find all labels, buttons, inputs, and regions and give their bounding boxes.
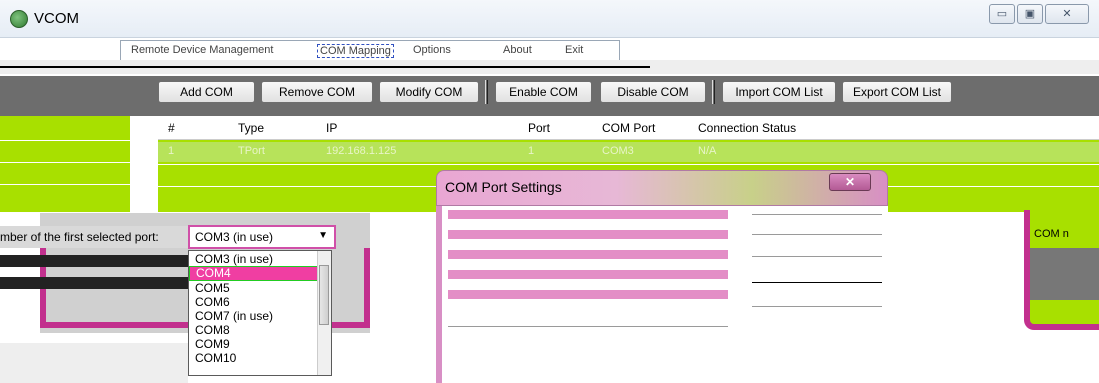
divider (752, 282, 882, 283)
close-button[interactable]: ✕ (1045, 4, 1089, 24)
left-panel (0, 116, 130, 212)
port-option[interactable]: COM6 (195, 296, 230, 309)
remove-com-button[interactable]: Remove COM (261, 81, 373, 103)
divider (448, 230, 728, 239)
first-port-label: mber of the first selected port: (0, 230, 159, 244)
column-header-connection-status[interactable]: Connection Status (698, 121, 796, 135)
left-panel-header (0, 76, 158, 116)
menu-com-mapping[interactable]: COM Mapping (317, 44, 394, 58)
cell-type: TPort (238, 145, 265, 157)
column-header-ip[interactable]: IP (326, 121, 337, 135)
column-header-port[interactable]: Port (528, 121, 550, 135)
right-panel-block (1030, 248, 1099, 300)
toolbar-separator (712, 80, 715, 104)
export-com-list-button[interactable]: Export COM List (842, 81, 952, 103)
bottom-panel (0, 343, 188, 383)
modify-com-button[interactable]: Modify COM (379, 81, 479, 103)
port-option[interactable]: COM9 (195, 338, 230, 351)
divider (0, 140, 130, 141)
menu-about[interactable]: About (503, 44, 532, 56)
divider (448, 326, 728, 327)
cell-number: 1 (168, 145, 175, 157)
divider (158, 164, 1099, 165)
column-header-com-port[interactable]: COM Port (602, 121, 655, 135)
divider (448, 290, 728, 299)
column-header-number[interactable]: # (168, 121, 175, 135)
cell-port: 1 (528, 145, 535, 157)
port-option[interactable]: COM3 (in use) (195, 253, 273, 266)
menu-bar: Remote Device Management COM Mapping Opt… (120, 40, 620, 60)
toolbar: Add COM Remove COM Modify COM Enable COM… (158, 76, 1099, 116)
port-option[interactable]: COM5 (195, 282, 230, 295)
divider (0, 277, 188, 289)
port-option[interactable]: COM10 (195, 352, 236, 365)
divider (448, 210, 728, 219)
menu-options[interactable]: Options (413, 44, 451, 56)
divider (448, 270, 728, 279)
enable-com-button[interactable]: Enable COM (495, 81, 592, 103)
import-com-list-button[interactable]: Import COM List (722, 81, 836, 103)
divider (752, 256, 882, 257)
dialog-titlebar: COM Port Settings ✕ (436, 170, 888, 206)
disable-com-button[interactable]: Disable COM (600, 81, 706, 103)
table-header: # Type IP Port COM Port Connection Statu… (158, 116, 1099, 140)
dialog-body (436, 206, 888, 383)
chevron-down-icon[interactable]: ▼ (318, 230, 328, 241)
divider (0, 184, 130, 185)
maximize-button[interactable]: ▣ (1017, 4, 1043, 24)
divider (752, 214, 882, 215)
window-title: VCOM (34, 10, 79, 27)
minimize-button[interactable]: ▭ (989, 4, 1015, 24)
table-row[interactable]: 1 TPort 192.168.1.125 1 COM3 N/A (158, 142, 1099, 162)
dialog-title: COM Port Settings (445, 179, 562, 195)
app-globe-icon (10, 10, 28, 28)
window-titlebar: VCOM ▭ ▣ ✕ (0, 0, 1099, 38)
dialog-close-button[interactable]: ✕ (829, 173, 871, 191)
divider (752, 306, 882, 307)
dropdown-scrollbar[interactable] (317, 251, 331, 375)
right-com-label: COM n (1034, 228, 1069, 240)
menu-exit[interactable]: Exit (565, 44, 583, 56)
divider (0, 162, 130, 163)
port-dropdown-list[interactable]: COM3 (in use) COM4 COM5 COM6 COM7 (in us… (188, 250, 332, 376)
cell-com-port: COM3 (602, 145, 634, 157)
add-com-button[interactable]: Add COM (158, 81, 255, 103)
menu-remote-device-management[interactable]: Remote Device Management (131, 44, 273, 56)
first-port-select[interactable]: COM3 (in use) ▼ (188, 225, 336, 249)
scrollbar-thumb[interactable] (319, 265, 329, 325)
first-port-select-value: COM3 (in use) (195, 230, 274, 244)
port-option[interactable]: COM7 (in use) (195, 310, 273, 323)
com-port-settings-dialog: COM Port Settings ✕ (436, 170, 888, 383)
column-header-type[interactable]: Type (238, 121, 264, 135)
divider (752, 234, 882, 235)
divider (448, 250, 728, 259)
divider (0, 66, 650, 68)
cell-ip: 192.168.1.125 (326, 145, 397, 157)
divider (0, 255, 188, 267)
port-option[interactable]: COM8 (195, 324, 230, 337)
toolbar-separator (485, 80, 488, 104)
cell-connection-status: N/A (698, 145, 717, 157)
port-option-selected[interactable]: COM4 (189, 266, 323, 281)
window-controls: ▭ ▣ ✕ (989, 4, 1089, 24)
